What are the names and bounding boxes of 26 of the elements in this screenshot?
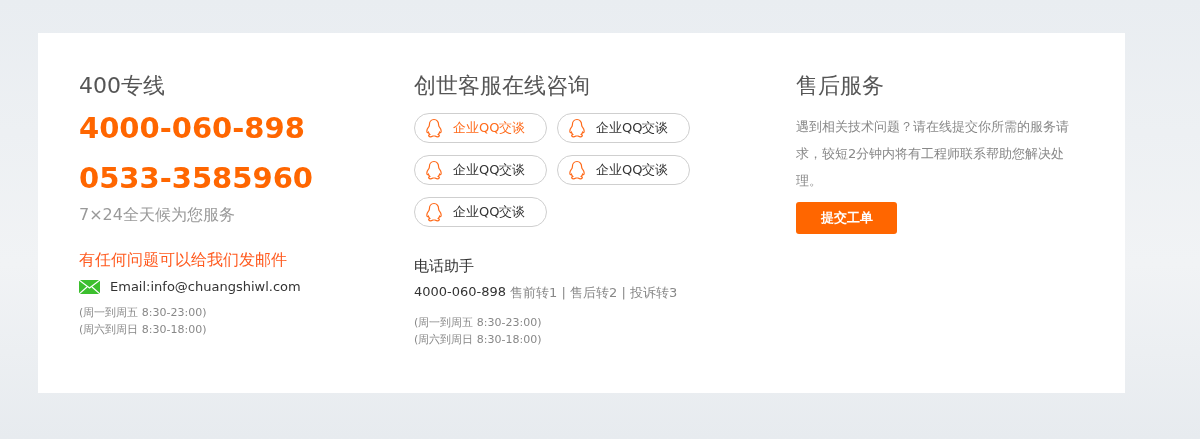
service-description: 遇到相关技术问题？请在线提交你所需的服务请求，较短2分钟内将有工程师联系帮助您解决处理。 xyxy=(796,118,1070,190)
section-title: 售后服务 xyxy=(796,72,884,100)
penguin-icon xyxy=(568,160,586,180)
phone-number: 4000-060-898 xyxy=(414,284,507,301)
section-title: 创世客服在线咨询 xyxy=(414,72,590,100)
service-note: 7×24全天候为您服务 xyxy=(79,205,235,226)
penguin-icon xyxy=(425,160,443,180)
penguin-icon xyxy=(425,118,443,138)
qq-chat-button[interactable]: 企业QQ交谈 xyxy=(414,197,547,227)
penguin-icon xyxy=(568,118,586,138)
qq-chat-button[interactable]: 企业QQ交谈 xyxy=(557,113,690,143)
email-address: Email:info@chuangshiwl.com xyxy=(110,279,301,294)
qq-chat-button[interactable]: 企业QQ交谈 xyxy=(557,155,690,185)
extension-menu: 售前转1 | 售后转2 | 投诉转3 xyxy=(510,284,678,302)
phone-number: 0533-3585960 xyxy=(79,161,313,195)
phone-assistant-title: 电话助手 xyxy=(414,257,474,276)
service-hours: (周一到周五 8:30-23:00) xyxy=(79,305,207,321)
service-hours: (周六到周日 8:30-18:00) xyxy=(414,332,542,348)
qq-chat-button[interactable]: 企业QQ交谈 xyxy=(414,155,547,185)
service-hours: (周六到周日 8:30-18:00) xyxy=(79,322,207,338)
penguin-icon xyxy=(425,202,443,222)
envelope-icon xyxy=(79,279,100,294)
phone-number: 4000-060-898 xyxy=(79,111,305,145)
email-heading: 有任何问题可以给我们发邮件 xyxy=(79,250,287,271)
section-title: 400专线 xyxy=(79,72,165,100)
service-hours: (周一到周五 8:30-23:00) xyxy=(414,315,542,331)
